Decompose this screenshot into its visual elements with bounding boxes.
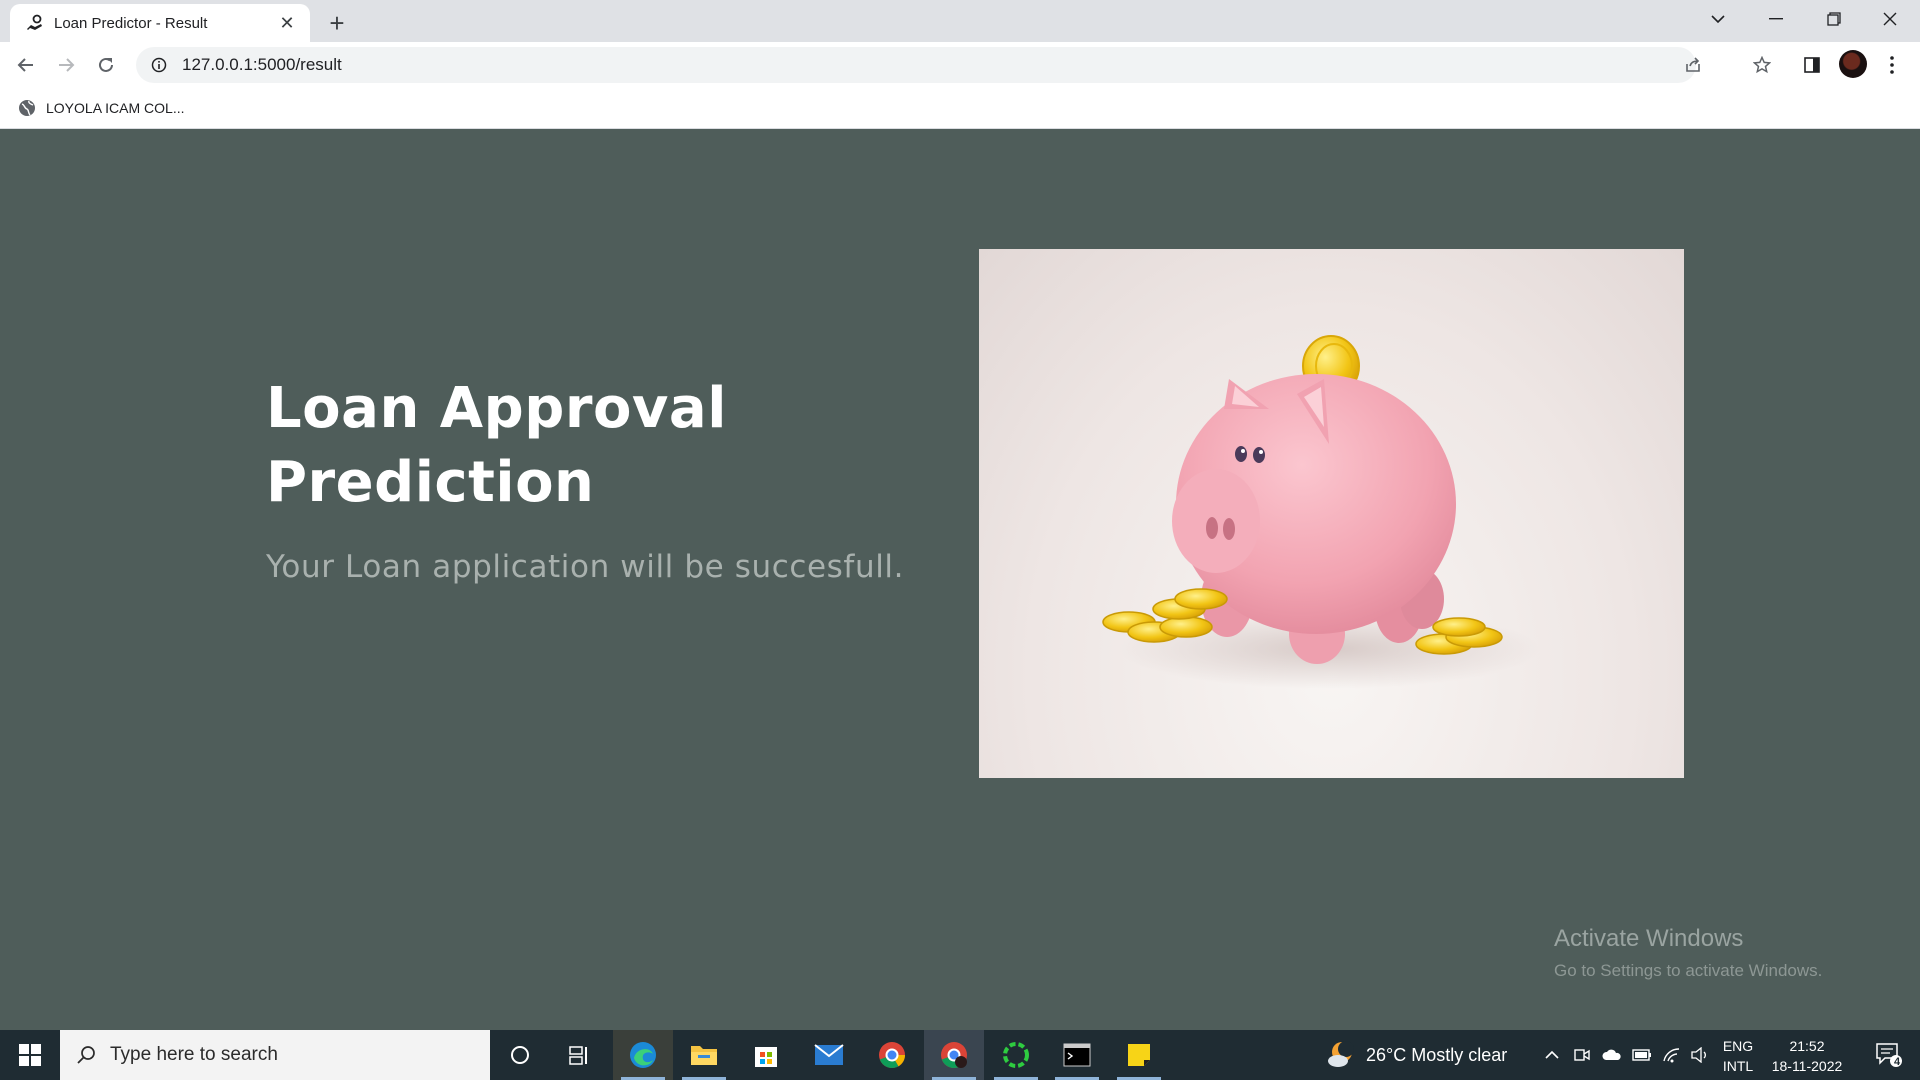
activate-windows-watermark: Activate Windows Go to Settings to activ…	[1554, 925, 1822, 981]
battery-icon[interactable]	[1630, 1043, 1654, 1067]
close-window-icon[interactable]	[1862, 0, 1918, 38]
profile-avatar[interactable]	[1839, 50, 1867, 78]
weather-widget[interactable]: 26°C Mostly clear	[1326, 1030, 1507, 1080]
activate-title: Activate Windows	[1554, 925, 1744, 952]
lang-code: ENG	[1722, 1038, 1754, 1054]
menu-dots-icon[interactable]	[1880, 49, 1904, 81]
mail-icon[interactable]	[799, 1030, 859, 1080]
windows-logo-icon	[19, 1044, 41, 1066]
windows-taskbar: Type here to search 26°C Mostly clear EN…	[0, 1030, 1920, 1080]
clock-time: 21:52	[1789, 1038, 1825, 1054]
site-info-icon[interactable]	[150, 56, 168, 74]
tab-search-chevron-icon[interactable]	[1690, 0, 1746, 38]
file-explorer-icon[interactable]	[674, 1030, 734, 1080]
terminal-icon[interactable]	[1047, 1030, 1107, 1080]
chrome-profile-icon[interactable]	[924, 1030, 984, 1080]
restore-icon[interactable]	[1806, 0, 1862, 38]
reload-icon[interactable]	[90, 49, 122, 81]
prediction-message: Your Loan application will be succesfull…	[266, 549, 905, 585]
loan-favicon-icon	[26, 14, 44, 32]
browser-toolbar: 127.0.0.1:5000/result	[0, 42, 1920, 88]
back-icon[interactable]	[10, 49, 42, 81]
tray-chevron-up-icon[interactable]	[1540, 1043, 1564, 1067]
meet-now-icon[interactable]	[1570, 1043, 1594, 1067]
notification-center-icon[interactable]: 4	[1864, 1030, 1914, 1080]
share-icon[interactable]	[1676, 47, 1710, 83]
activate-subtitle: Go to Settings to activate Windows.	[1554, 961, 1823, 980]
chrome-icon[interactable]	[862, 1030, 922, 1080]
volume-icon[interactable]	[1688, 1043, 1712, 1067]
task-view-icon[interactable]	[550, 1030, 610, 1080]
bookmarks-bar: LOYOLA ICAM COL...	[0, 88, 1920, 129]
spinner-app-icon[interactable]	[986, 1030, 1046, 1080]
notification-count: 4	[1893, 1056, 1901, 1068]
minimize-icon[interactable]	[1748, 0, 1804, 38]
browser-tab-active[interactable]: Loan Predictor - Result ✕	[10, 4, 310, 42]
globe-icon	[19, 100, 35, 116]
onedrive-cloud-icon[interactable]	[1600, 1043, 1624, 1067]
page-title: Loan Approval Prediction	[266, 376, 727, 515]
piggy-bank-image	[979, 249, 1684, 778]
search-icon	[77, 1046, 95, 1064]
taskbar-clock[interactable]: 21:52 18-11-2022	[1764, 1036, 1850, 1076]
address-bar[interactable]: 127.0.0.1:5000/result	[136, 47, 1700, 83]
edge-taskbar-icon[interactable]	[613, 1030, 673, 1080]
tab-title: Loan Predictor - Result	[54, 14, 208, 32]
bookmark-star-icon[interactable]	[1745, 47, 1779, 83]
moon-cloud-icon	[1328, 1041, 1354, 1067]
browser-tabstrip: Loan Predictor - Result ✕ +	[0, 0, 1920, 42]
bookmark-item[interactable]: LOYOLA ICAM COL...	[18, 94, 185, 122]
forward-icon[interactable]	[50, 49, 82, 81]
wifi-icon[interactable]	[1660, 1043, 1684, 1067]
weather-text: 26°C Mostly clear	[1366, 1044, 1508, 1065]
keyboard-layout: INTL	[1722, 1058, 1754, 1074]
bookmark-label: LOYOLA ICAM COL...	[46, 100, 185, 116]
clock-date: 18-11-2022	[1771, 1058, 1843, 1074]
input-language-indicator[interactable]: ENG INTL	[1718, 1036, 1758, 1076]
microsoft-store-icon[interactable]	[736, 1030, 796, 1080]
new-tab-button[interactable]: +	[322, 8, 352, 38]
taskbar-search[interactable]: Type here to search	[60, 1030, 490, 1080]
sticky-notes-icon[interactable]	[1109, 1030, 1169, 1080]
cortana-icon[interactable]	[490, 1030, 550, 1080]
page-body: Loan Approval Prediction Your Loan appli…	[0, 129, 1920, 1030]
url-text: 127.0.0.1:5000/result	[182, 55, 342, 74]
side-panel-icon[interactable]	[1795, 47, 1829, 83]
tab-close-icon[interactable]: ✕	[276, 12, 298, 34]
start-button[interactable]	[0, 1030, 60, 1080]
search-placeholder: Type here to search	[110, 1044, 278, 1065]
